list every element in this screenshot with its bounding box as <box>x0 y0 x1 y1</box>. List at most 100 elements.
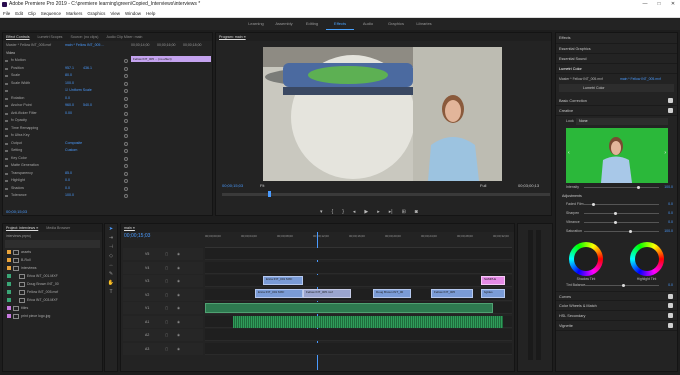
razor-tool-icon[interactable]: ◇ <box>108 253 115 260</box>
saturation-value[interactable]: 100.0 <box>664 227 673 236</box>
saturation-slider[interactable] <box>584 230 659 233</box>
shadow-tint-wheel[interactable] <box>569 242 604 276</box>
menu-file[interactable]: File <box>3 9 10 17</box>
eye-icon[interactable]: ◉ <box>177 302 180 314</box>
hand-tool-icon[interactable]: ✋ <box>108 280 115 287</box>
vignette-checkbox[interactable] <box>668 323 673 328</box>
faded-handle[interactable] <box>591 203 595 206</box>
reset-icon[interactable] <box>124 96 128 101</box>
stopwatch-icon[interactable] <box>5 112 8 115</box>
lock-icon[interactable]: ▢ <box>165 329 168 341</box>
vibrance-slider[interactable] <box>584 221 659 224</box>
reset-icon[interactable] <box>124 149 128 153</box>
effect-row[interactable]: Shadow 0.0 <box>3 185 212 193</box>
slip-tool-icon[interactable]: ↔ <box>108 262 115 269</box>
track-lane[interactable] <box>205 275 512 287</box>
tab-main-sequence[interactable]: main ≡ <box>124 224 135 232</box>
faded-value[interactable]: 0.0 <box>668 200 673 209</box>
ripple-edit-icon[interactable]: ⊣ <box>108 244 115 251</box>
track-header[interactable]: A3 ▢ ◉ <box>123 342 203 355</box>
project-item[interactable]: Fellow INT_005.mxf <box>3 288 102 296</box>
reset-icon[interactable] <box>124 186 128 191</box>
highlight-tint-wheel[interactable] <box>629 242 664 276</box>
project-item[interactable]: interviews <box>3 264 102 272</box>
stopwatch-icon[interactable] <box>5 82 8 85</box>
lock-icon[interactable]: ▢ <box>165 343 168 355</box>
sharpen-value[interactable]: 0.0 <box>668 209 673 218</box>
effect-row-value[interactable]: Composite <box>65 140 82 148</box>
reset-icon[interactable] <box>124 141 128 146</box>
lumetri-color-header[interactable]: Lumetri Color <box>556 64 677 74</box>
mark-in-icon[interactable]: { <box>332 209 334 215</box>
project-item[interactable]: Erica INT_003.MXF <box>3 296 102 304</box>
effect-row[interactable]: Time Remapping <box>3 125 212 133</box>
workspace-assembly[interactable]: Assembly <box>270 18 298 30</box>
close-button[interactable]: ✕ <box>666 0 680 9</box>
timeline-timecode[interactable]: 00;00;15;03 <box>124 233 150 239</box>
effect-row[interactable]: Scale Width 100.0 <box>3 80 212 88</box>
menu-window[interactable]: Window <box>125 9 141 17</box>
playhead-marker[interactable] <box>268 191 271 197</box>
effect-row[interactable]: Anti-flicker Filter 0.00 <box>3 110 212 118</box>
effect-row[interactable]: Highlight 0.0 <box>3 177 212 185</box>
reset-icon[interactable] <box>124 104 128 108</box>
effect-row[interactable]: Setting Custom <box>3 147 212 155</box>
reset-icon[interactable] <box>124 59 128 63</box>
saturation-handle[interactable] <box>629 230 632 233</box>
hsl-checkbox[interactable] <box>668 313 673 318</box>
track-lane[interactable] <box>205 248 512 260</box>
color-wheels-checkbox[interactable] <box>668 303 673 308</box>
pen-tool-icon[interactable]: ✎ <box>108 271 115 278</box>
menu-clip[interactable]: Clip <box>28 9 36 17</box>
vignette-section[interactable]: Vignette <box>556 321 677 331</box>
stopwatch-icon[interactable] <box>5 105 8 107</box>
effect-row-value[interactable]: 0.0 <box>65 177 70 185</box>
reset-icon[interactable] <box>124 134 128 138</box>
reset-icon[interactable] <box>124 171 128 176</box>
effect-row-value[interactable]: 957.1 <box>65 65 74 73</box>
tint-balance-slider[interactable] <box>584 284 659 287</box>
track-header[interactable]: V5 ▢ ◉ <box>123 248 203 260</box>
menu-graphics[interactable]: Graphics <box>87 9 105 17</box>
tab-audio-clip-mixer[interactable]: Audio Clip Mixer: main <box>106 33 142 41</box>
sharpen-handle[interactable] <box>614 212 617 215</box>
track-header[interactable]: A1 ▢ ◉ <box>123 315 203 328</box>
eye-icon[interactable]: ◉ <box>177 248 180 260</box>
tab-project[interactable]: Project: interviews ≡ <box>6 224 38 232</box>
effect-row[interactable]: Scale 80.0 <box>3 72 212 80</box>
effect-row[interactable]: Anchor Point 960.0 540.0 <box>3 102 212 110</box>
eye-icon[interactable]: ◉ <box>177 329 180 341</box>
lock-icon[interactable]: ▢ <box>165 302 168 314</box>
faded-slider[interactable] <box>584 203 659 206</box>
play-icon[interactable]: ▶ <box>364 209 368 215</box>
stopwatch-icon[interactable] <box>5 195 8 197</box>
tab-source[interactable]: Source: (no clips) <box>70 33 98 41</box>
sharpen-slider[interactable] <box>584 212 659 215</box>
eye-icon[interactable]: ◉ <box>177 289 180 301</box>
stopwatch-icon[interactable] <box>5 90 8 92</box>
effect-row[interactable]: Output Composite <box>3 140 212 148</box>
tab-media-browser[interactable]: Media Browser <box>46 224 70 232</box>
reset-icon[interactable] <box>124 66 128 71</box>
lock-icon[interactable]: ▢ <box>165 275 168 287</box>
track-select-icon[interactable]: ⇥ <box>108 235 115 242</box>
stopwatch-icon[interactable] <box>5 67 8 70</box>
program-scrubber[interactable] <box>222 191 550 197</box>
eye-icon[interactable]: ◉ <box>177 343 180 355</box>
stopwatch-icon[interactable] <box>5 157 8 160</box>
lock-icon[interactable]: ▢ <box>165 262 168 274</box>
program-video-frame[interactable] <box>263 47 502 181</box>
master-clip-label[interactable]: Master * Fellow INT_005.mxf <box>6 43 51 47</box>
effect-row[interactable]: Tolerance 100.0 <box>3 192 212 200</box>
menu-markers[interactable]: Markers <box>66 9 82 17</box>
reset-icon[interactable] <box>124 194 128 198</box>
lock-icon[interactable]: ▢ <box>165 248 168 260</box>
sequence-clip-label[interactable]: main * Fellow INT_005 ... <box>65 41 104 49</box>
reset-icon[interactable] <box>124 74 128 78</box>
lift-icon[interactable]: ⊞ <box>402 209 406 215</box>
project-search-input[interactable] <box>5 240 100 248</box>
track-header[interactable]: V4 ▢ ◉ <box>123 261 203 274</box>
marker-icon[interactable]: ▾ <box>320 209 323 215</box>
workspace-graphics[interactable]: Graphics <box>382 18 410 30</box>
curves-checkbox[interactable] <box>668 294 673 299</box>
